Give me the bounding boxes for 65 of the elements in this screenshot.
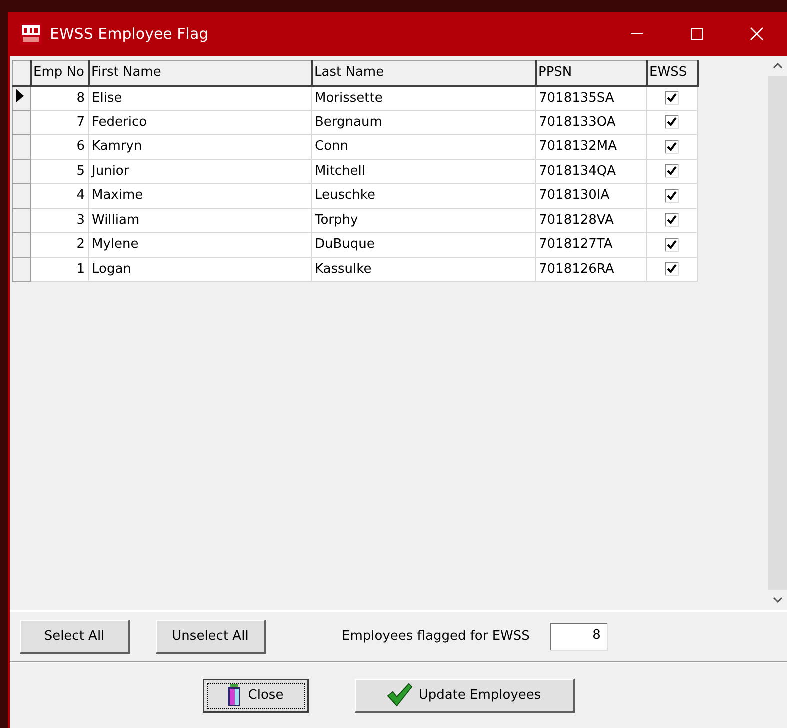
table-cell: Logan bbox=[88, 257, 312, 282]
ewss-checkbox[interactable] bbox=[665, 140, 679, 154]
table-cell: 7018126RA bbox=[536, 257, 646, 282]
maximize-icon[interactable] bbox=[691, 28, 703, 40]
table-cell: 7018130IA bbox=[536, 184, 646, 208]
window-title: EWSS Employee Flag bbox=[50, 25, 210, 43]
scroll-down-button[interactable] bbox=[768, 590, 787, 610]
ewss-checkbox[interactable] bbox=[665, 188, 679, 203]
table-cell: Morissette bbox=[312, 86, 536, 110]
update-employees-button[interactable]: Update Employees bbox=[354, 678, 574, 712]
ewss-checkbox[interactable] bbox=[665, 213, 679, 228]
column-header[interactable]: First Name bbox=[88, 60, 312, 86]
ewss-checkbox[interactable] bbox=[665, 262, 679, 276]
table-cell: Torphy bbox=[312, 208, 536, 232]
table-cell: 7018135SA bbox=[536, 86, 646, 110]
table-cell: 1 bbox=[30, 257, 88, 282]
ewss-checkbox[interactable] bbox=[665, 90, 679, 105]
ewss-checkbox[interactable] bbox=[665, 238, 679, 252]
row-selector[interactable] bbox=[12, 86, 30, 110]
column-header[interactable]: EWSS bbox=[646, 60, 698, 86]
table-cell: Junior bbox=[88, 159, 312, 184]
flagged-count-label: Employees flagged for EWSS bbox=[342, 629, 530, 644]
select-all-button[interactable]: Select All bbox=[20, 620, 130, 654]
check-mark-icon bbox=[386, 683, 413, 707]
table-cell: 6 bbox=[30, 134, 88, 159]
app-logo-icon bbox=[20, 23, 42, 45]
close-dialog-button[interactable]: Close bbox=[202, 678, 308, 712]
table-cell: 2 bbox=[30, 232, 88, 257]
table-cell: Kamryn bbox=[88, 134, 312, 159]
table-cell: Conn bbox=[312, 134, 536, 159]
chevron-down-icon bbox=[772, 597, 782, 603]
door-icon bbox=[226, 683, 242, 707]
flagged-count-field[interactable]: 8 bbox=[550, 622, 608, 650]
table-cell: Federico bbox=[88, 110, 312, 134]
table-cell: William bbox=[88, 208, 312, 232]
table-cell: Mylene bbox=[88, 232, 312, 257]
table-cell: 7018128VA bbox=[536, 208, 646, 232]
current-row-icon bbox=[16, 89, 24, 103]
table-cell: 5 bbox=[30, 159, 88, 184]
column-header[interactable]: PPSN bbox=[536, 60, 646, 86]
table-cell: 8 bbox=[30, 86, 88, 110]
table-cell: DuBuque bbox=[312, 232, 536, 257]
table-cell: 7018132MA bbox=[536, 134, 646, 159]
column-header[interactable]: Last Name bbox=[312, 60, 536, 86]
scroll-up-button[interactable] bbox=[768, 56, 787, 76]
vertical-scrollbar[interactable] bbox=[768, 56, 787, 610]
table-cell: 4 bbox=[30, 184, 88, 208]
table-cell: 7 bbox=[30, 110, 88, 134]
chevron-up-icon bbox=[772, 63, 782, 69]
table-cell: 7018127TA bbox=[536, 232, 646, 257]
ewss-checkbox[interactable] bbox=[665, 115, 679, 130]
table-cell: Mitchell bbox=[312, 159, 536, 184]
column-header[interactable]: Emp No bbox=[30, 60, 88, 86]
close-icon[interactable] bbox=[750, 27, 764, 41]
table-cell: Maxime bbox=[88, 184, 312, 208]
table-cell: 3 bbox=[30, 208, 88, 232]
table-cell: Leuschke bbox=[312, 184, 536, 208]
ewss-checkbox[interactable] bbox=[665, 164, 679, 178]
table-cell: Bergnaum bbox=[312, 110, 536, 134]
unselect-all-button[interactable]: Unselect All bbox=[156, 620, 266, 654]
table-cell: 7018133OA bbox=[536, 110, 646, 134]
table-cell: 7018134QA bbox=[536, 159, 646, 184]
table-cell: Elise bbox=[88, 86, 312, 110]
table-cell: Kassulke bbox=[312, 257, 536, 282]
minimize-icon[interactable] bbox=[631, 33, 643, 35]
